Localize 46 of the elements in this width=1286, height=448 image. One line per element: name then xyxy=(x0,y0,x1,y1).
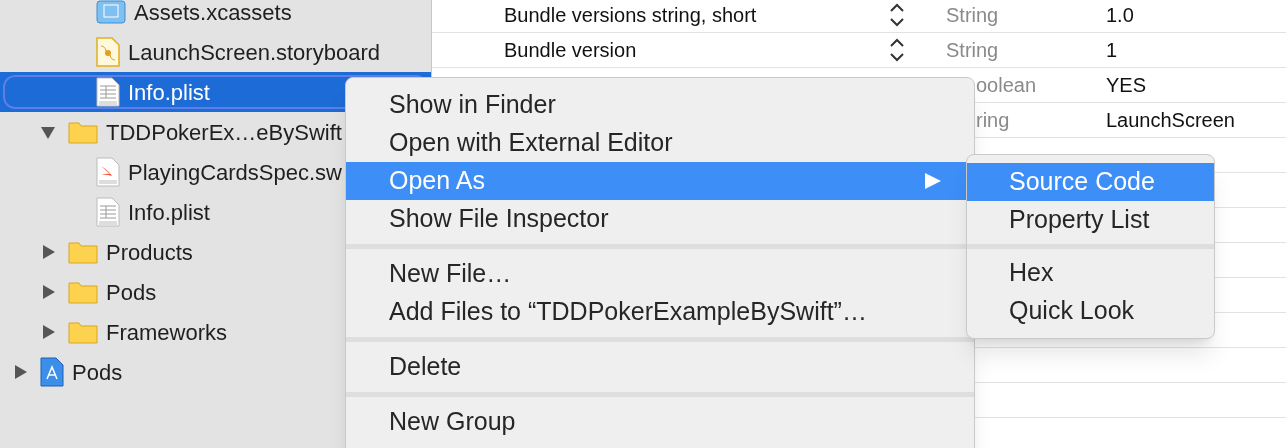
folder-icon xyxy=(68,280,98,304)
disclosure-triangle-icon[interactable] xyxy=(12,364,28,380)
disclosure-triangle-icon[interactable] xyxy=(40,284,56,300)
value-cell-text: 1.0 xyxy=(1106,3,1134,28)
value-cell-text: YES xyxy=(1106,73,1147,98)
plist-file-icon xyxy=(96,77,120,107)
navigator-item[interactable]: Assets.xcassets xyxy=(0,0,431,32)
disclosure-triangle-icon[interactable] xyxy=(40,244,56,260)
menu-item[interactable]: New Group xyxy=(346,403,974,441)
menu-item[interactable]: Open with External Editor xyxy=(346,124,974,162)
type-cell: String xyxy=(946,39,999,61)
folder-icon xyxy=(68,120,98,144)
file-name: Info.plist xyxy=(128,78,210,107)
file-name: Frameworks xyxy=(106,318,227,347)
menu-item[interactable]: Hex xyxy=(967,254,1214,292)
file-name: Pods xyxy=(72,358,123,387)
swift-file-icon xyxy=(96,157,120,187)
navigator-item[interactable]: LaunchScreen.storyboard xyxy=(0,32,431,72)
submenu-arrow-icon xyxy=(924,172,942,190)
menu-item[interactable]: Delete xyxy=(346,348,974,386)
folder-icon xyxy=(68,320,98,344)
menu-item[interactable]: Property List xyxy=(967,201,1214,239)
folder-icon xyxy=(68,240,98,264)
file-name: LaunchScreen.storyboard xyxy=(128,38,380,67)
file-name: PlayingCardsSpec.sw xyxy=(128,158,342,187)
file-name: Pods xyxy=(106,278,157,307)
file-name: Products xyxy=(106,238,193,267)
type-cell: ring xyxy=(976,109,1010,131)
file-name: Info.plist xyxy=(128,198,210,227)
assets-icon xyxy=(96,0,126,24)
stepper-icon[interactable] xyxy=(888,37,906,63)
disclosure-triangle-icon[interactable] xyxy=(40,324,56,340)
value-cell-text: LaunchScreen xyxy=(1106,108,1235,133)
key-cell: Bundle version xyxy=(504,39,637,61)
type-cell: String xyxy=(946,4,999,26)
plist-file-icon xyxy=(96,197,120,227)
menu-item[interactable]: Quick Look xyxy=(967,292,1214,330)
project-icon xyxy=(40,357,64,387)
file-name: TDDPokerEx…eBySwift xyxy=(106,118,342,147)
disclosure-triangle-icon[interactable] xyxy=(40,124,56,140)
stepper-icon[interactable] xyxy=(888,2,906,28)
type-cell: oolean xyxy=(976,74,1037,96)
storyboard-icon xyxy=(96,37,120,67)
value-cell-text: 1 xyxy=(1106,38,1118,63)
key-cell: Bundle versions string, short xyxy=(504,4,757,26)
file-name: Assets.xcassets xyxy=(134,0,292,27)
